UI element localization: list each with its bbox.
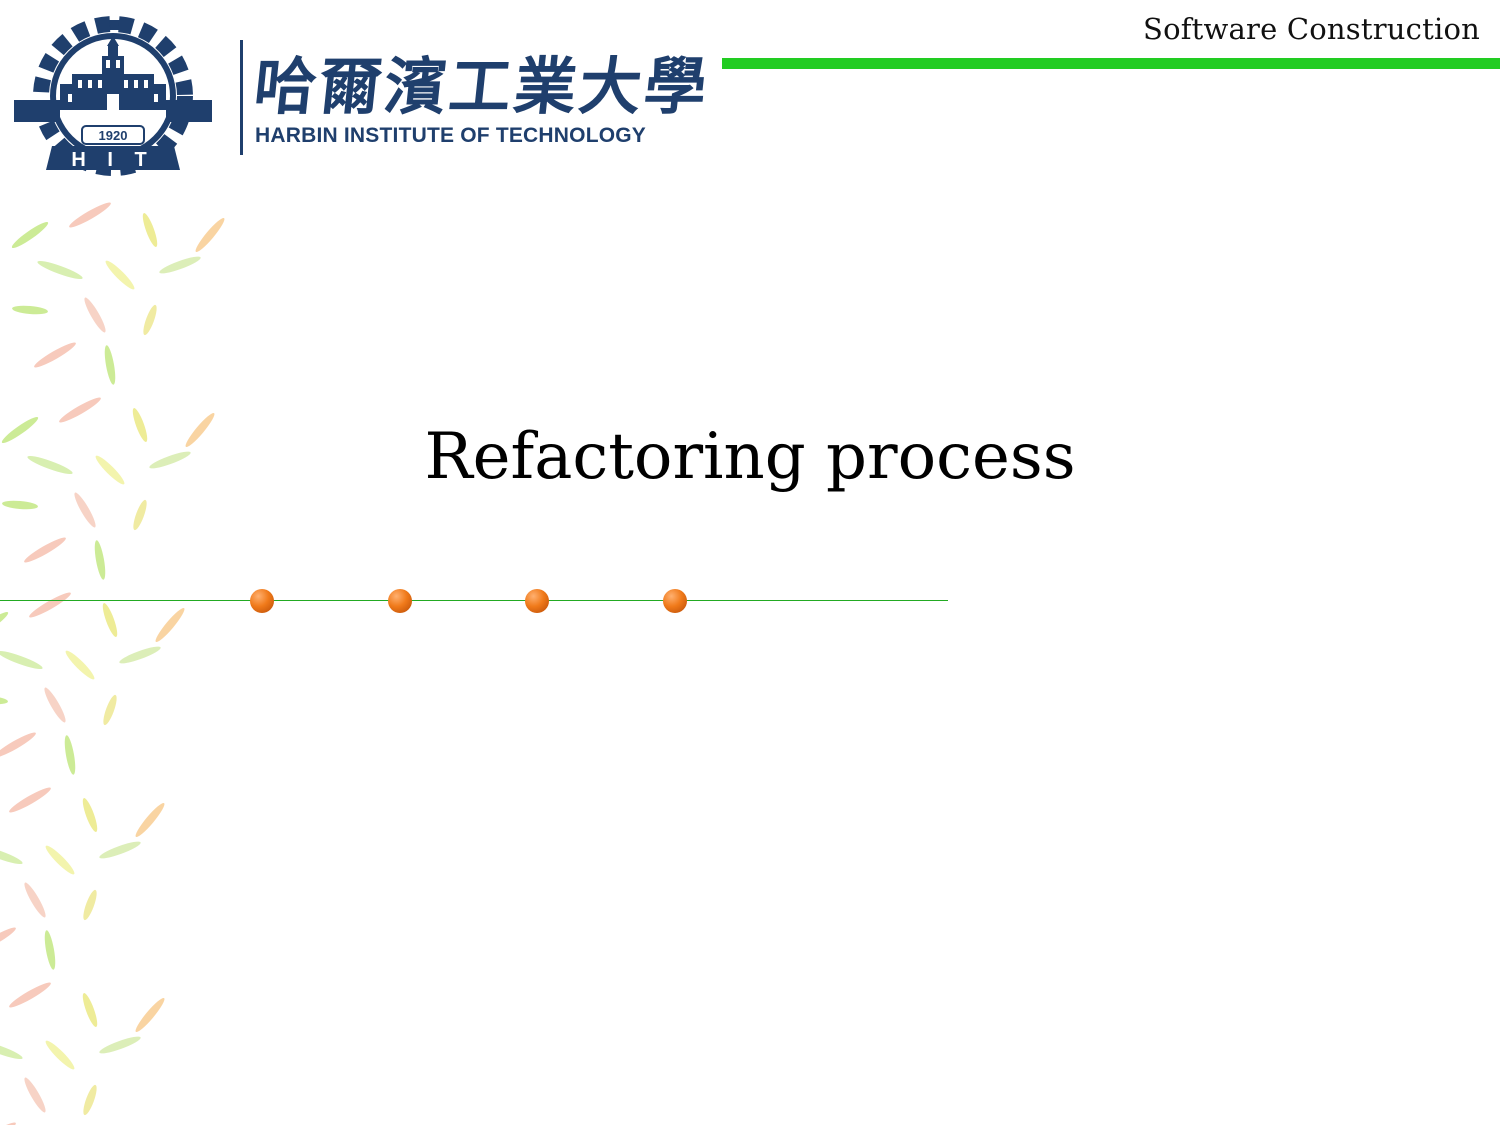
hit-emblem-logo: 1920 H I T — [14, 16, 212, 176]
course-title: Software Construction — [1143, 12, 1480, 46]
leaf-pattern-decoration — [0, 199, 228, 1125]
logo-divider — [240, 40, 243, 155]
university-name-chinese: 哈爾濱工業大學 — [250, 50, 714, 123]
orange-dot-2 — [388, 589, 412, 613]
emblem-letters: H I T — [71, 149, 154, 171]
orange-dot-3 — [525, 589, 549, 613]
orange-dot-1 — [250, 589, 274, 613]
divider-line — [0, 600, 948, 601]
slide-title: Refactoring process — [424, 420, 1076, 494]
university-name-english: HARBIN INSTITUTE OF TECHNOLOGY — [255, 124, 646, 147]
emblem-year: 1920 — [99, 128, 128, 143]
header-green-bar — [722, 58, 1500, 69]
orange-dot-4 — [663, 589, 687, 613]
slide: Software Construction 1920 H I T 哈爾濱工業大學… — [0, 0, 1500, 1125]
